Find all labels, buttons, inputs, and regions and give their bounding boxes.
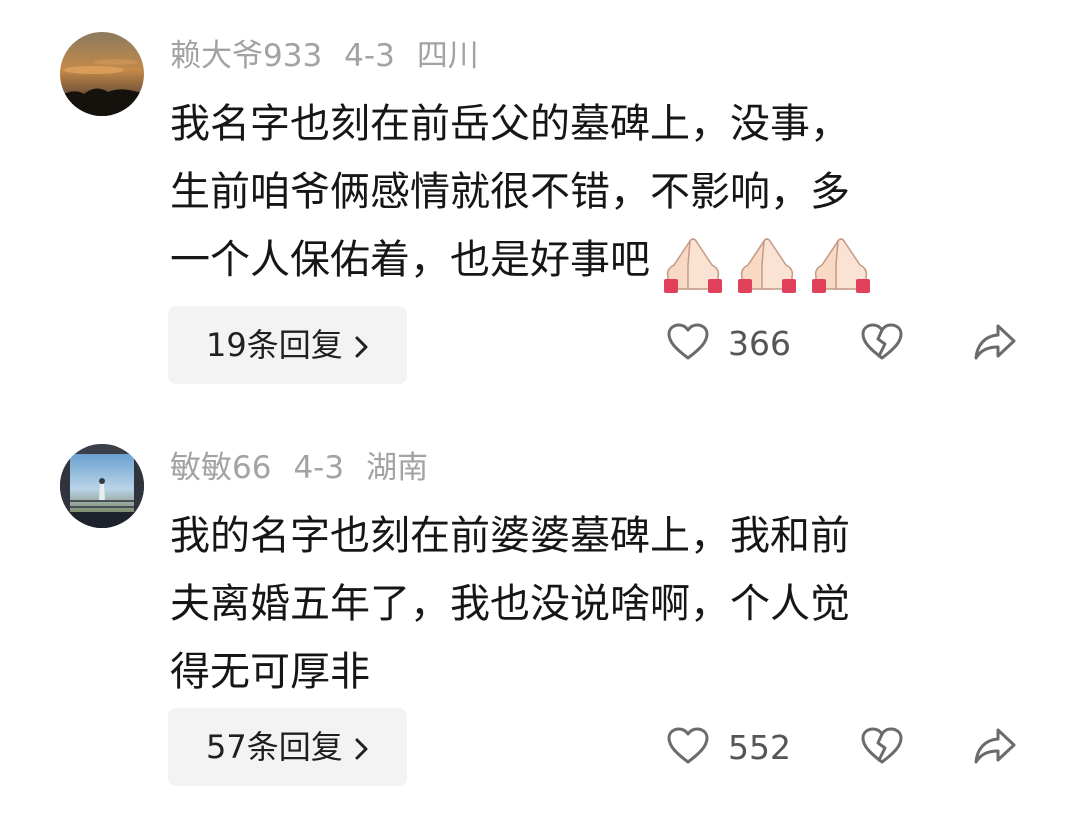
emoji-group [652, 228, 874, 296]
share-icon [972, 726, 1018, 770]
comment-meta: 赖大爷933 4-3 四川 [170, 36, 501, 76]
heart-icon [666, 726, 710, 770]
share-button[interactable] [972, 726, 1018, 770]
comment-line: 得无可厚非 [170, 649, 370, 695]
like-count: 366 [728, 324, 791, 363]
comment-location: 湖南 [366, 450, 429, 486]
chevron-right-icon [355, 308, 369, 386]
username[interactable]: 敏敏66 [170, 450, 271, 486]
broken-heart-icon [860, 726, 904, 770]
folded-hands-icon [738, 238, 796, 293]
comment-line-text: 一个人保佑着，也是好事吧 [170, 237, 650, 283]
dislike-button[interactable] [860, 726, 904, 770]
comment-text: 我的名字也刻在前婆婆墓碑上，我和前 夫离婚五年了，我也没说啥啊，个人觉 得无可厚… [170, 502, 1000, 706]
share-icon [972, 322, 1018, 366]
comment-text: 我名字也刻在前岳父的墓碑上，没事， 生前咱爷俩感情就很不错，不影响，多 一个人保… [170, 90, 1000, 294]
sunset-avatar-image [60, 32, 144, 116]
dislike-button[interactable] [860, 322, 904, 366]
like-button[interactable]: 552 [666, 726, 791, 770]
share-button[interactable] [972, 322, 1018, 366]
comment-location: 四川 [416, 38, 479, 74]
view-replies-button[interactable]: 57条回复 [168, 708, 407, 786]
folded-hands-icon [664, 238, 722, 293]
comment-date: 4-3 [344, 38, 395, 74]
reply-count-label: 19条回复 [206, 326, 343, 364]
comment-line: 夫离婚五年了，我也没说啥啊，个人觉 [170, 581, 850, 627]
like-count: 552 [728, 728, 791, 767]
comment-date: 4-3 [293, 450, 345, 486]
like-button[interactable]: 366 [666, 322, 791, 366]
chevron-right-icon [355, 710, 369, 788]
folded-hands-icon [812, 238, 870, 293]
username[interactable]: 赖大爷933 [170, 38, 322, 74]
comment-line: 生前咱爷俩感情就很不错，不影响，多 [170, 169, 850, 215]
comment-meta: 敏敏66 4-3 湖南 [170, 448, 450, 488]
comment-line-last: 一个人保佑着，也是好事吧 [170, 226, 1000, 294]
comment-line: 我名字也刻在前岳父的墓碑上，没事， [170, 101, 850, 147]
view-replies-button[interactable]: 19条回复 [168, 306, 407, 384]
reply-count-label: 57条回复 [206, 728, 343, 766]
avatar[interactable] [60, 32, 144, 116]
avatar[interactable] [60, 444, 144, 528]
comment-line: 我的名字也刻在前婆婆墓碑上，我和前 [170, 513, 850, 559]
window-view-avatar-image [60, 444, 144, 528]
heart-icon [666, 322, 710, 366]
broken-heart-icon [860, 322, 904, 366]
